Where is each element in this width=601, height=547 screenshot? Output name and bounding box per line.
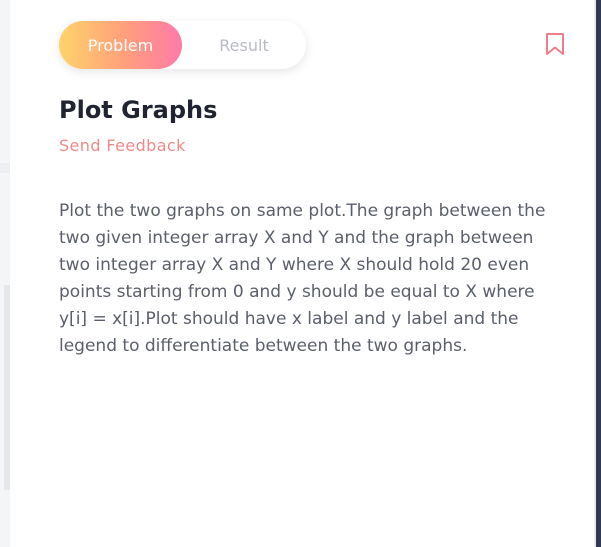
tab-result[interactable]: Result (182, 21, 306, 69)
problem-description: Plot the two graphs on same plot.The gra… (59, 201, 546, 356)
right-edge-border (596, 0, 601, 547)
send-feedback-link[interactable]: Send Feedback (59, 136, 186, 155)
problem-panel: Problem Result Plot Graphs Send Feedback… (10, 0, 594, 547)
tab-switcher: Problem Result (59, 21, 306, 69)
bookmark-icon[interactable] (544, 32, 566, 56)
left-edge-marker (0, 163, 10, 173)
problem-page: Problem Result Plot Graphs Send Feedback… (0, 0, 601, 547)
tab-problem[interactable]: Problem (59, 21, 182, 69)
page-title: Plot Graphs (59, 96, 218, 124)
